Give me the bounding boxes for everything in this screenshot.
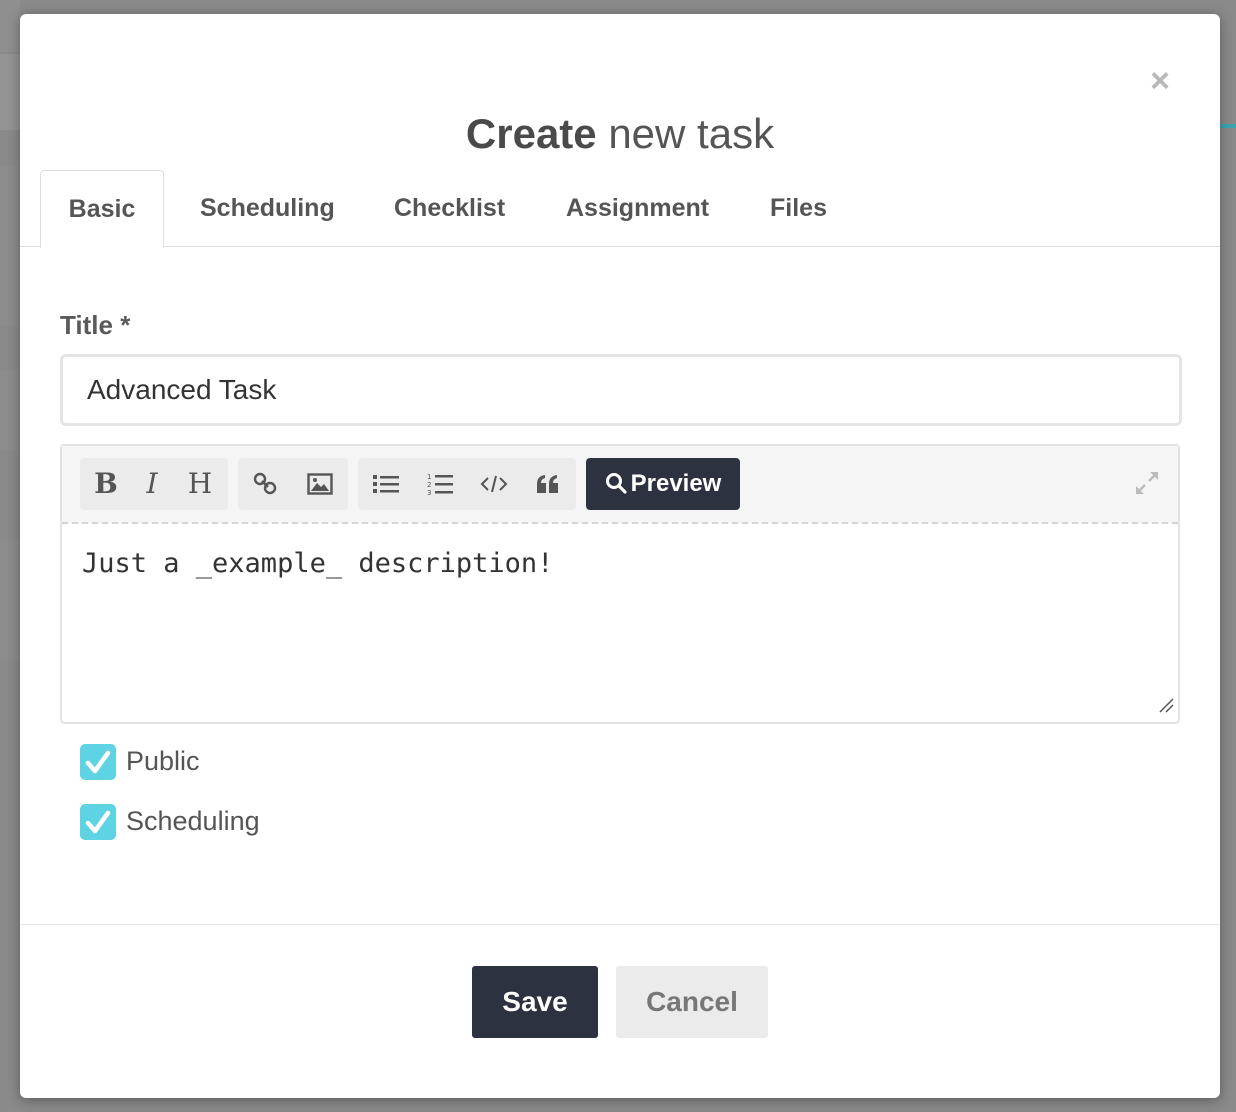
search-icon (605, 473, 627, 494)
checkbox-checked[interactable] (80, 744, 116, 780)
block-group: 123 (358, 458, 576, 510)
image-icon[interactable] (298, 458, 342, 510)
svg-text:3: 3 (427, 489, 431, 496)
save-button[interactable]: Save (472, 966, 598, 1038)
editor-toolbar: B I H 123 Preview (62, 446, 1178, 524)
italic-icon[interactable]: I (130, 458, 174, 510)
bg-strip (0, 370, 20, 450)
link-icon[interactable] (244, 458, 288, 510)
editor-textarea[interactable]: Just a _example_ description! (62, 524, 1178, 722)
quote-icon[interactable] (526, 458, 570, 510)
modal-title-light: new task (608, 110, 775, 157)
tab-files[interactable]: Files (770, 170, 827, 246)
title-label: Title * (60, 310, 131, 340)
public-label: Public (126, 746, 200, 776)
tab-scheduling[interactable]: Scheduling (200, 170, 335, 246)
preview-button[interactable]: Preview (586, 458, 740, 510)
tab-checklist[interactable]: Checklist (394, 170, 505, 246)
code-icon[interactable] (472, 458, 516, 510)
bg-strip (0, 166, 20, 326)
preview-label: Preview (630, 470, 722, 497)
checkmark-icon (85, 810, 111, 834)
tab-bar: Basic Scheduling Checklist Assignment Fi… (20, 170, 1220, 248)
insert-group (238, 458, 348, 510)
checkmark-icon (85, 750, 111, 774)
ordered-list-icon[interactable]: 123 (418, 458, 462, 510)
heading-icon[interactable]: H (178, 458, 222, 510)
bg-strip (0, 540, 20, 660)
description-editor: B I H 123 Preview Just a _example_ descr… (60, 444, 1180, 724)
bg-strip (0, 0, 20, 52)
footer-divider (20, 924, 1220, 925)
checkbox-checked[interactable] (80, 804, 116, 840)
create-task-modal: × Create new task Basic Scheduling Check… (20, 14, 1220, 1098)
resize-handle-icon[interactable] (1158, 697, 1174, 718)
format-group: B I H (80, 458, 228, 510)
bg-accent-underline (1220, 124, 1236, 128)
title-input[interactable] (60, 354, 1182, 426)
svg-text:1: 1 (427, 473, 431, 481)
unordered-list-icon[interactable] (364, 458, 408, 510)
close-button[interactable]: × (1150, 64, 1170, 98)
bold-icon[interactable]: B (84, 458, 128, 510)
bg-strip (0, 54, 20, 130)
fullscreen-icon[interactable] (1134, 470, 1160, 501)
scheduling-label: Scheduling (126, 806, 260, 836)
tab-assignment[interactable]: Assignment (566, 170, 709, 246)
cancel-button[interactable]: Cancel (616, 966, 768, 1038)
svg-text:2: 2 (427, 481, 431, 489)
modal-title: Create new task (20, 110, 1220, 158)
modal-title-bold: Create (465, 110, 597, 157)
tab-basic[interactable]: Basic (40, 170, 164, 248)
